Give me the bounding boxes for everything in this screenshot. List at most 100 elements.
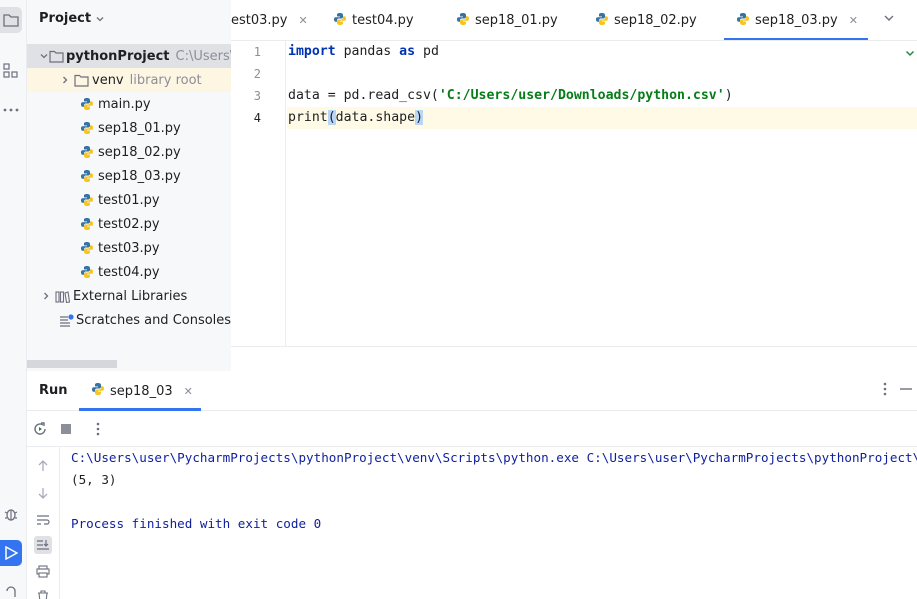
horizontal-scrollbar[interactable] [27, 360, 117, 368]
stop-button[interactable] [57, 420, 75, 438]
tree-item-label: main.py [98, 96, 151, 112]
tree-item-file[interactable]: sep18_01.py [27, 116, 231, 140]
minimize-icon [900, 388, 912, 390]
rerun-icon [34, 422, 46, 435]
more-vertical-icon [883, 382, 887, 396]
tree-item-hint: C:\Users\ [175, 48, 232, 64]
code-editor[interactable]: 1 2 3 4 import pandas as pd data = pd.re… [231, 41, 917, 347]
python-file-icon [736, 12, 750, 30]
python-file-icon [333, 12, 347, 30]
tree-item-label: test01.py [98, 192, 160, 208]
python-file-icon [78, 145, 96, 159]
play-icon [5, 546, 18, 560]
project-tree: pythonProject C:\Users\ venv library roo… [27, 44, 231, 332]
chevron-down-icon [884, 15, 894, 21]
tree-item-scratches[interactable]: Scratches and Consoles [27, 308, 231, 332]
editor-tab-label: est03.py [231, 13, 288, 28]
run-options-button[interactable] [883, 382, 887, 400]
tree-item-label: sep18_03.py [98, 168, 181, 184]
run-tab-label: sep18_03 [110, 383, 173, 399]
python-file-icon [91, 382, 105, 400]
python-file-icon [595, 12, 609, 30]
tree-item-label: External Libraries [73, 288, 188, 304]
editor-tab-label: sep18_01.py [475, 13, 558, 28]
scroll-down-button[interactable] [34, 484, 52, 502]
printer-icon [36, 564, 50, 578]
minimize-button[interactable] [899, 382, 913, 400]
tree-item-label: test04.py [98, 264, 160, 280]
scroll-to-end-icon [37, 540, 49, 550]
more-vertical-icon [96, 422, 100, 436]
python-console-button[interactable] [0, 578, 22, 599]
chevron-right-icon[interactable] [39, 291, 53, 301]
python-console-icon [6, 586, 16, 597]
chevron-right-icon[interactable] [58, 75, 72, 85]
run-tab[interactable]: sep18_03 ✕ [79, 371, 201, 411]
python-file-icon [78, 265, 96, 279]
soft-wrap-icon [37, 515, 50, 525]
close-icon[interactable]: ✕ [184, 385, 193, 398]
run-panel-title: Run [39, 383, 68, 398]
scratches-icon [59, 313, 74, 327]
tree-item-file[interactable]: test04.py [27, 260, 231, 284]
python-file-icon [78, 217, 96, 231]
editor-tab[interactable]: sep18_01.py [456, 0, 558, 40]
run-tool-button[interactable] [0, 540, 22, 566]
tree-item-file[interactable]: test01.py [27, 188, 231, 212]
tabs-dropdown-button[interactable] [883, 12, 895, 28]
structure-tool-button[interactable] [0, 58, 22, 84]
structure-icon [3, 63, 18, 78]
editor-tab[interactable]: sep18_02.py [595, 0, 697, 40]
line-number: 4 [253, 111, 261, 125]
tree-item-label: test03.py [98, 240, 160, 256]
python-file-icon [78, 169, 96, 183]
editor-tab-active[interactable]: sep18_03.py ✕ [724, 0, 868, 40]
tree-item-file[interactable]: sep18_02.py [27, 140, 231, 164]
soft-wrap-button[interactable] [34, 511, 52, 529]
code-text: pd [415, 44, 439, 59]
tree-item-root[interactable]: pythonProject C:\Users\ [27, 44, 231, 68]
arrow-up-icon [38, 460, 48, 471]
line-gutter: 1 2 3 4 [231, 41, 286, 347]
editor-tab-label: test04.py [352, 13, 414, 28]
tree-item-file[interactable]: main.py [27, 92, 231, 116]
console-output[interactable]: C:\Users\user\PycharmProjects\pythonProj… [71, 447, 917, 599]
code-paren: ) [415, 110, 424, 125]
code-line: data = pd.read_csv('C:/Users/user/Downlo… [288, 85, 733, 107]
python-file-icon [78, 241, 96, 255]
editor-tab-label: sep18_03.py [755, 13, 838, 28]
close-icon[interactable]: ✕ [299, 14, 308, 27]
console-line: C:\Users\user\PycharmProjects\pythonProj… [71, 450, 917, 465]
scroll-up-button[interactable] [34, 457, 52, 475]
toolbar-more-button[interactable] [89, 420, 107, 438]
project-tool-button[interactable] [0, 7, 22, 33]
check-icon[interactable] [905, 47, 915, 62]
debug-tool-button[interactable] [0, 501, 22, 527]
folder-icon [49, 50, 64, 63]
tree-item-label: test02.py [98, 216, 160, 232]
code-text: print [288, 110, 328, 125]
clear-button[interactable] [34, 587, 52, 599]
close-icon[interactable]: ✕ [849, 14, 858, 27]
stop-icon [61, 424, 71, 434]
editor-tab[interactable]: test04.py [333, 0, 414, 40]
code-text: ) [724, 88, 733, 103]
project-panel-header[interactable]: Project [39, 11, 105, 26]
tree-item-label: sep18_02.py [98, 144, 181, 160]
python-file-icon [78, 121, 96, 135]
bug-icon [4, 509, 18, 521]
tree-item-external-libraries[interactable]: External Libraries [27, 284, 231, 308]
tree-item-file[interactable]: test02.py [27, 212, 231, 236]
tree-item-file[interactable]: test03.py [27, 236, 231, 260]
run-panel: Run sep18_03 ✕ C:\Users\user\PycharmProj… [27, 371, 917, 599]
editor-tab[interactable]: est03.py ✕ [231, 0, 308, 40]
more-tools-button[interactable] [0, 97, 22, 123]
console-line: (5, 3) [71, 472, 117, 487]
chevron-down-icon[interactable] [39, 51, 49, 61]
line-number: 1 [253, 45, 261, 59]
print-button[interactable] [34, 562, 52, 580]
tree-item-file[interactable]: sep18_03.py [27, 164, 231, 188]
rerun-button[interactable] [31, 420, 49, 438]
scroll-to-end-button[interactable] [34, 536, 52, 554]
tree-item-venv[interactable]: venv library root [27, 68, 231, 92]
